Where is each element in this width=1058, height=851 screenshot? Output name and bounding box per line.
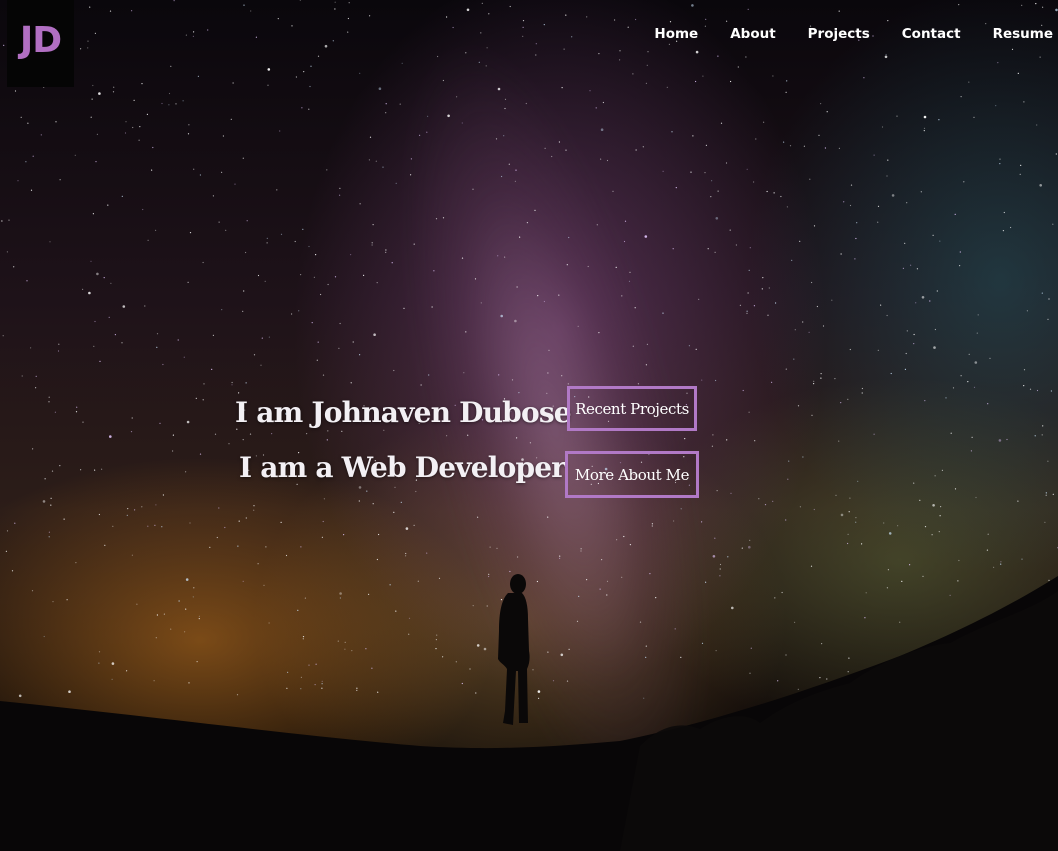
logo[interactable]: JD bbox=[7, 0, 74, 87]
more-about-me-button[interactable]: More About Me bbox=[565, 451, 699, 498]
nav-projects-link[interactable]: Projects bbox=[808, 24, 870, 44]
nav-contact-link[interactable]: Contact bbox=[902, 24, 961, 44]
nav-resume-link[interactable]: Resume bbox=[993, 24, 1053, 44]
main-nav: Home About Projects Contact Resume bbox=[654, 24, 1053, 44]
recent-projects-button[interactable]: Recent Projects bbox=[567, 386, 697, 431]
logo-text: JD bbox=[19, 20, 62, 61]
ground-silhouette bbox=[0, 574, 1058, 851]
hero-name-heading: I am Johnaven Dubose bbox=[235, 396, 572, 429]
nav-home-link[interactable]: Home bbox=[654, 24, 698, 44]
nav-about-link[interactable]: About bbox=[730, 24, 775, 44]
hero-role-heading: I am a Web Developer bbox=[239, 451, 566, 484]
person-silhouette bbox=[498, 574, 530, 725]
